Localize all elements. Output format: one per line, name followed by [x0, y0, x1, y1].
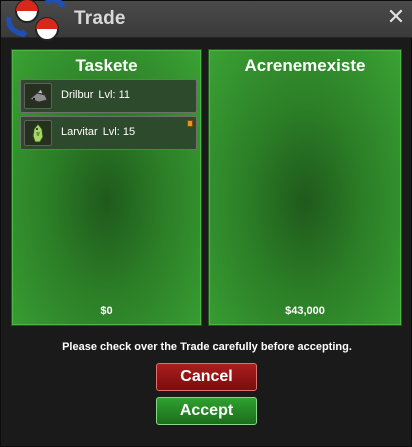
partner-trainer-name: Acrenemexiste	[244, 56, 366, 75]
held-item-icon	[187, 120, 193, 127]
my-money-offer: $0	[100, 305, 113, 317]
larvitar-sprite-icon	[24, 120, 52, 146]
pokemon-name: Drilbur	[61, 89, 94, 101]
trade-logo-icon	[6, 0, 66, 41]
close-icon[interactable]: ✕	[385, 6, 407, 30]
my-pokemon-list: Drilbur Lvl: 11 Larvitar Lvl: 15	[20, 79, 197, 153]
pokemon-slot-drilbur[interactable]: Drilbur Lvl: 11	[20, 79, 197, 113]
drilbur-sprite-icon	[24, 83, 52, 109]
my-offer-panel: Taskete Drilbur Lvl: 11 Larvitar Lvl: 15…	[11, 49, 202, 326]
trade-window: Trade ✕ Taskete Drilbur Lvl: 11 Larvitar…	[0, 0, 412, 447]
partner-offer-panel: Acrenemexiste $43,000	[208, 49, 402, 326]
title-bar[interactable]: Trade ✕	[1, 0, 412, 41]
window-title: Trade	[74, 8, 126, 29]
partner-money-offer: $43,000	[285, 305, 325, 317]
pokemon-level: Lvl: 15	[102, 126, 136, 138]
pokemon-name: Larvitar	[61, 126, 98, 138]
pokemon-slot-larvitar[interactable]: Larvitar Lvl: 15	[20, 116, 197, 150]
pokemon-level: Lvl: 11	[98, 89, 130, 101]
accept-button[interactable]: Accept	[156, 397, 257, 425]
cancel-button[interactable]: Cancel	[156, 363, 257, 391]
trade-notice: Please check over the Trade carefully be…	[62, 341, 352, 353]
my-trainer-name: Taskete	[75, 56, 138, 75]
